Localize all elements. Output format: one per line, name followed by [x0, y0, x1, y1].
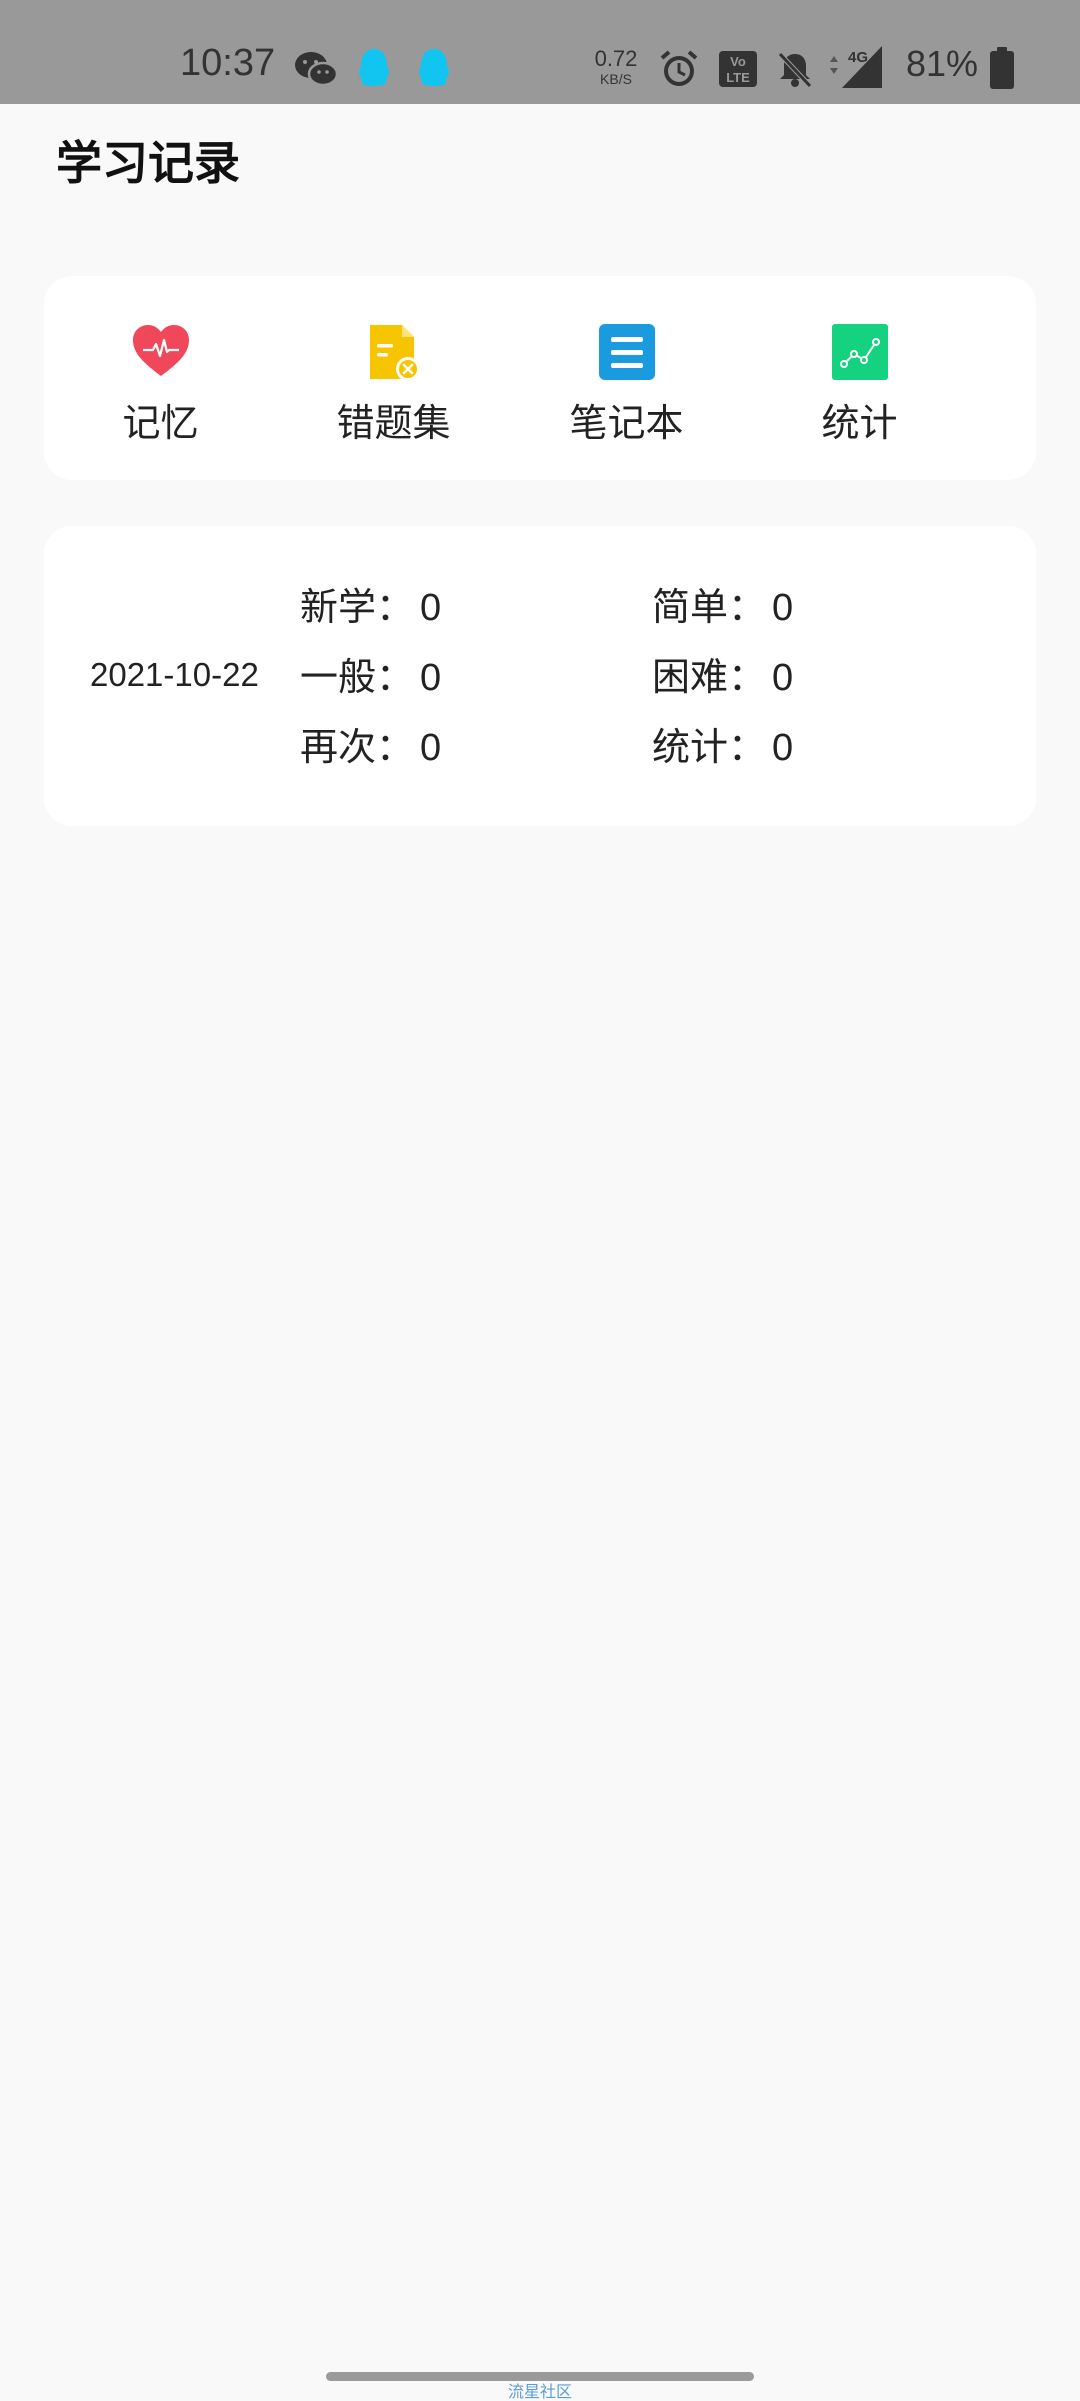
volte-icon: Vo LTE [719, 51, 757, 87]
stat-hard-value: 0 [772, 657, 794, 699]
gesture-nav-bar[interactable] [326, 2372, 754, 2381]
study-record-card[interactable]: 2021-10-22 新学： 0 简单： 0 一般： 0 困难： 0 再次： 0 统计： 0 [44, 526, 1036, 826]
wrong-doc-icon [369, 325, 420, 381]
memory-label: 记忆 [122, 401, 199, 445]
status-time: 10:37 [180, 42, 276, 84]
stat-easy-value: 0 [772, 587, 794, 629]
net-speed: 0.72 KB/S [590, 46, 642, 87]
qq-icon [419, 49, 449, 86]
battery-icon [990, 47, 1014, 89]
record-date: 2021-10-22 [90, 656, 259, 693]
statistics-button[interactable]: 统计 [743, 276, 976, 480]
notebook-label: 笔记本 [569, 401, 684, 445]
notebook-button[interactable]: 笔记本 [510, 276, 743, 480]
stat-total-label: 统计： [652, 725, 767, 769]
stat-new: 新学： 0 [300, 588, 441, 627]
watermark: 流星社区 [507, 2382, 572, 2401]
page-title: 学习记录 [56, 136, 240, 190]
svg-text:LTE: LTE [726, 70, 750, 85]
stat-hard-label: 困难： [652, 655, 767, 699]
notebook-icon [598, 324, 655, 380]
stat-easy: 简单： 0 [652, 588, 793, 627]
stat-new-value: 0 [420, 587, 442, 629]
stat-again-label: 再次： [300, 725, 415, 769]
wrong-questions-label: 错题集 [336, 401, 451, 445]
stat-again-value: 0 [420, 727, 442, 769]
battery-percent: 81% [906, 43, 979, 84]
wrong-questions-button[interactable]: 错题集 [277, 276, 510, 480]
wechat-icon [295, 52, 338, 87]
signal-icon: 4G [830, 46, 882, 88]
stat-easy-label: 简单： [652, 585, 767, 629]
mute-icon [778, 52, 812, 88]
svg-text:4G: 4G [848, 49, 868, 66]
stat-hard: 困难： 0 [652, 658, 793, 697]
stat-normal-value: 0 [420, 657, 442, 699]
heart-pulse-icon [132, 325, 189, 376]
stat-normal: 一般： 0 [300, 658, 441, 697]
net-speed-unit: KB/S [600, 71, 632, 87]
quick-actions-card: 记忆 错题集 笔记本 统计 [44, 276, 1036, 480]
stat-total: 统计： 0 [652, 728, 793, 767]
memory-button[interactable]: 记忆 [44, 276, 277, 480]
statistics-label: 统计 [821, 401, 898, 445]
stat-normal-label: 一般： [300, 655, 415, 699]
qq-icon [359, 49, 389, 86]
stat-again: 再次： 0 [300, 728, 441, 767]
stat-total-value: 0 [772, 727, 794, 769]
chart-line-icon [831, 324, 888, 380]
stat-new-label: 新学： [300, 585, 415, 629]
alarm-icon [660, 50, 698, 86]
status-bar: 10:37 0.72 KB/S Vo LTE 4G 81% [0, 0, 1080, 104]
svg-text:Vo: Vo [730, 54, 746, 69]
net-speed-value: 0.72 [594, 46, 638, 71]
